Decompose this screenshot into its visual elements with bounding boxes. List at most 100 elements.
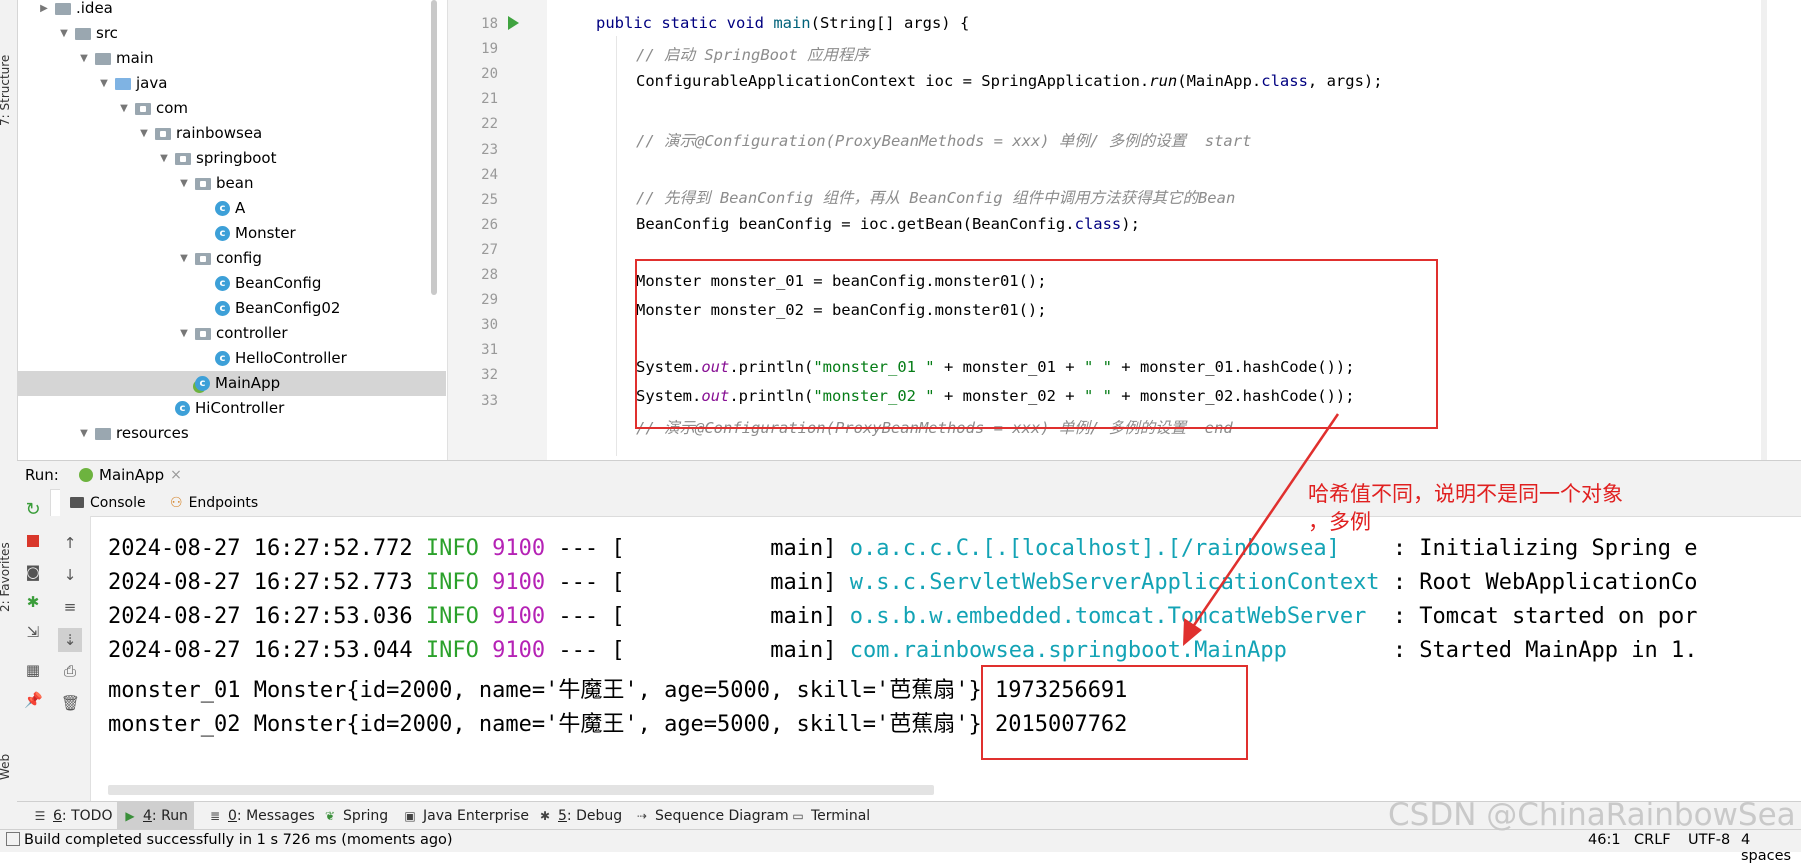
structure-tab[interactable]: 7: Structure (0, 55, 12, 126)
log-pid: 9100 (492, 638, 546, 663)
line-separator[interactable]: CRLF (1634, 832, 1671, 848)
log-ts: 2024-08-27 16:27:52.772 (108, 536, 413, 561)
run-tab-label: MainApp (99, 466, 165, 484)
close-icon[interactable]: × (170, 467, 182, 483)
code-line-25: BeanConfig beanConfig = ioc.getBean(Bean… (636, 215, 1140, 233)
tree-item-label: bean (216, 174, 254, 192)
tree-item[interactable]: ▼ springboot (158, 146, 276, 171)
tree-item[interactable]: c BeanConfig (198, 271, 321, 296)
tool-tab[interactable]: ⇢ Sequence Diagram (629, 802, 795, 830)
soft-wrap-icon[interactable]: ≡ (61, 598, 79, 616)
console-horizontal-scrollbar[interactable] (108, 785, 934, 795)
pin-icon[interactable]: 📌 (24, 691, 43, 709)
editor-scrollbar[interactable] (1761, 0, 1767, 460)
chevron-down-icon[interactable]: ▼ (178, 246, 190, 271)
debug-bug-icon[interactable]: ✱ (24, 593, 42, 611)
chevron-down-icon[interactable]: ▼ (178, 321, 190, 346)
run-tab-mainapp[interactable]: MainApp × (79, 461, 182, 489)
terminal-icon: ▭ (792, 809, 804, 823)
chevron-down-icon[interactable]: ▼ (98, 71, 110, 96)
run-gutter-icon[interactable] (508, 16, 519, 30)
tree-item-label: com (156, 99, 189, 117)
tool-tab[interactable]: ▭ Terminal (785, 802, 876, 830)
tree-item[interactable]: c MainApp (18, 371, 446, 396)
tool-tab-shortcut: 5 (558, 808, 567, 824)
package-icon (155, 127, 171, 140)
tree-scrollbar[interactable] (431, 0, 437, 295)
arrow-down-icon[interactable]: ↓ (61, 566, 79, 584)
tree-item[interactable]: ▼ config (178, 246, 262, 271)
tool-tab-text: : Debug (566, 808, 623, 824)
indent-setting[interactable]: 4 spaces (1741, 832, 1801, 864)
tree-item[interactable]: c HiController (158, 396, 284, 421)
file-encoding[interactable]: UTF-8 (1688, 832, 1730, 848)
spring-icon: ❦ (324, 809, 336, 823)
tool-tab-shortcut: 6 (53, 808, 62, 824)
log-pid: 9100 (492, 536, 546, 561)
chevron-down-icon[interactable]: ▼ (138, 121, 150, 146)
chevron-down-icon[interactable]: ▼ (58, 21, 70, 46)
tree-item[interactable]: ▼ resources (78, 421, 189, 446)
tool-tab[interactable]: ▶ 4: Run (117, 802, 194, 830)
status-toggle-icon[interactable] (6, 832, 20, 846)
camera-icon[interactable]: ◙ (24, 563, 42, 581)
tree-item-label: java (136, 74, 168, 92)
code-highlight-box (635, 259, 1438, 429)
tool-tab-text: : Run (151, 808, 188, 824)
tool-tab[interactable]: ☰ 6: TODO (27, 802, 118, 830)
web-tab[interactable]: Web (0, 754, 12, 780)
tree-item[interactable]: ▼ java (98, 71, 167, 96)
import-icon[interactable]: ⇲ (24, 623, 42, 641)
tree-item[interactable]: c HelloController (198, 346, 347, 371)
trash-icon[interactable]: 🗑 (61, 694, 80, 712)
tree-item-label: BeanConfig (235, 274, 322, 292)
line-number: 24 (481, 166, 498, 183)
tree-item[interactable]: ▼ rainbowsea (138, 121, 262, 146)
log-msg: : Root WebApplicationCo (1392, 570, 1698, 595)
tree-item[interactable]: cA (198, 196, 245, 221)
list-icon: ☰ (34, 809, 46, 823)
tree-item[interactable]: c Monster (198, 221, 296, 246)
tool-tab-label: Sequence Diagram (655, 802, 789, 830)
print-icon[interactable]: ⎙ (61, 662, 79, 680)
chevron-down-icon[interactable]: ▼ (78, 421, 90, 446)
caret-position[interactable]: 46:1 (1588, 832, 1621, 848)
log-logger: o.a.c.c.C.[.[localhost].[/rainbowsea] (849, 536, 1393, 561)
tree-item-label: springboot (196, 149, 277, 167)
endpoints-tab[interactable]: ⚇ Endpoints (170, 489, 258, 516)
rerun-icon[interactable]: ↻ (24, 501, 42, 519)
tool-tab[interactable]: ✱ 5: Debug (532, 802, 628, 830)
log-level: INFO (425, 638, 479, 663)
run-icon: ▶ (125, 809, 135, 823)
chevron-down-icon[interactable]: ▼ (158, 146, 170, 171)
tool-tab[interactable]: ❦ Spring (317, 802, 394, 830)
spring-run-icon (79, 468, 93, 482)
tree-item[interactable]: ▼ com (118, 96, 188, 121)
log-msg: : Initializing Spring e (1392, 536, 1698, 561)
favorites-tab[interactable]: 2: Favorites (0, 542, 12, 612)
line-number: 26 (481, 216, 498, 233)
layout-icon[interactable]: ▦ (24, 661, 42, 679)
chevron-down-icon[interactable]: ▼ (178, 171, 190, 196)
tree-item[interactable]: ▼ controller (178, 321, 287, 346)
chevron-right-icon[interactable]: ▶ (38, 0, 50, 21)
stop-icon[interactable] (24, 533, 42, 551)
tree-item[interactable]: c BeanConfig02 (198, 296, 340, 321)
tool-tab[interactable]: ≣ 0: Messages (202, 802, 321, 830)
tool-tab-text: Terminal (811, 808, 871, 824)
watermark: CSDN @ChinaRainbowSea (1388, 797, 1796, 833)
console-tab[interactable]: Console (70, 489, 146, 516)
chevron-down-icon[interactable]: ▼ (78, 46, 90, 71)
tool-tab[interactable]: ▣ Java Enterprise (397, 802, 535, 830)
tree-item[interactable]: ▼ src (58, 21, 118, 46)
tree-item[interactable]: ▶ .idea (38, 0, 113, 21)
log-pid: 9100 (492, 604, 546, 629)
scroll-to-end-icon[interactable]: ⇣ (58, 628, 82, 652)
log-ts: 2024-08-27 16:27:53.044 (108, 638, 413, 663)
tree-item[interactable]: ▼ main (78, 46, 153, 71)
tree-item-label: HiController (195, 399, 285, 417)
code-line-18: public static void main(String[] args) { (596, 14, 970, 32)
arrow-up-icon[interactable]: ↑ (61, 534, 79, 552)
chevron-down-icon[interactable]: ▼ (118, 96, 130, 121)
tree-item[interactable]: ▼ bean (178, 171, 253, 196)
